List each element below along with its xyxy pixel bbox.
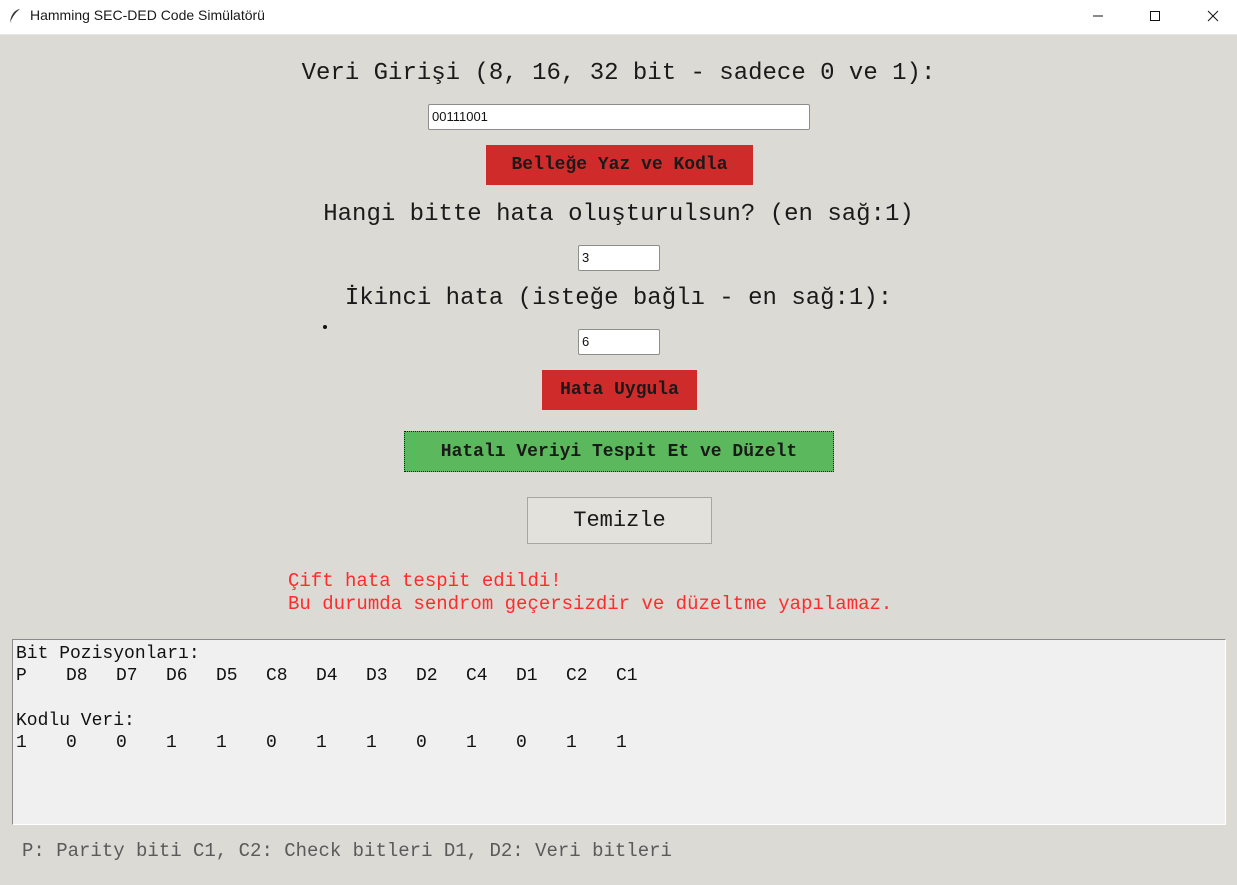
bit-position-cell: D1 [516, 666, 538, 686]
maximize-icon [1150, 11, 1160, 21]
error-message-line2: Bu durumda sendrom geçersizdir ve düzelt… [288, 593, 893, 615]
detect-correct-button[interactable]: Hatalı Veriyi Tespit Et ve Düzelt [404, 431, 834, 472]
data-input-label: Veri Girişi (8, 16, 32 bit - sadece 0 ve… [301, 60, 936, 87]
encoded-bit-cell: 1 [566, 733, 577, 753]
encode-button[interactable]: Belleğe Yaz ve Kodla [486, 145, 753, 185]
window-title: Hamming SEC-DED Code Simülatörü [30, 7, 265, 23]
minimize-icon [1093, 15, 1103, 17]
error-bit-field[interactable]: 3 [578, 245, 660, 271]
encoded-bit-cell: 1 [166, 733, 177, 753]
bit-position-cell: D3 [366, 666, 388, 686]
error-bit-label: Hangi bitte hata oluşturulsun? (en sağ:1… [323, 201, 914, 228]
error-message-line1: Çift hata tespit edildi! [288, 570, 562, 592]
apply-error-button[interactable]: Hata Uygula [542, 370, 697, 410]
bit-position-cell: D4 [316, 666, 338, 686]
output-textbox[interactable]: Bit Pozisyonları: P D8 D7 D6 D5 C8 D4 D3 D2 C4 D1 C… [12, 639, 1226, 825]
second-error-field[interactable]: 6 [578, 329, 660, 355]
bit-position-cell: C2 [566, 666, 588, 686]
bit-position-cell: C8 [266, 666, 288, 686]
clear-button[interactable]: Temizle [527, 497, 712, 544]
bit-position-cell: D7 [116, 666, 138, 686]
title-bar: Hamming SEC-DED Code Simülatörü [0, 0, 1237, 35]
maximize-button[interactable] [1132, 0, 1178, 32]
bit-position-cell: D8 [66, 666, 88, 686]
bit-position-cell: C4 [466, 666, 488, 686]
bit-position-cell: P [16, 666, 27, 686]
encoded-bit-cell: 0 [266, 733, 277, 753]
stray-dot [323, 325, 327, 329]
close-button[interactable] [1190, 0, 1236, 32]
bit-position-cell: D5 [216, 666, 238, 686]
encoded-bit-cell: 1 [316, 733, 327, 753]
encoded-bit-cell: 0 [516, 733, 527, 753]
positions-title: Bit Pozisyonları: [16, 644, 200, 664]
legend-text: P: Parity biti C1, C2: Check bitleri D1,… [22, 840, 672, 862]
encoded-title: Kodlu Veri: [16, 711, 135, 731]
encoded-bit-cell: 0 [416, 733, 427, 753]
second-error-label: İkinci hata (isteğe bağlı - en sağ:1): [344, 285, 893, 312]
encoded-bit-cell: 1 [616, 733, 627, 753]
data-input-field[interactable]: 00111001 [428, 104, 810, 130]
encoded-bit-cell: 1 [366, 733, 377, 753]
encoded-bit-cell: 0 [66, 733, 77, 753]
encoded-bit-cell: 1 [216, 733, 227, 753]
encoded-bit-cell: 1 [16, 733, 27, 753]
minimize-button[interactable] [1075, 0, 1121, 32]
encoded-bit-cell: 0 [116, 733, 127, 753]
encoded-bit-cell: 1 [466, 733, 477, 753]
feather-icon [9, 9, 20, 24]
bit-position-cell: D6 [166, 666, 188, 686]
close-icon [1207, 10, 1219, 22]
bit-position-cell: C1 [616, 666, 638, 686]
bit-position-cell: D2 [416, 666, 438, 686]
